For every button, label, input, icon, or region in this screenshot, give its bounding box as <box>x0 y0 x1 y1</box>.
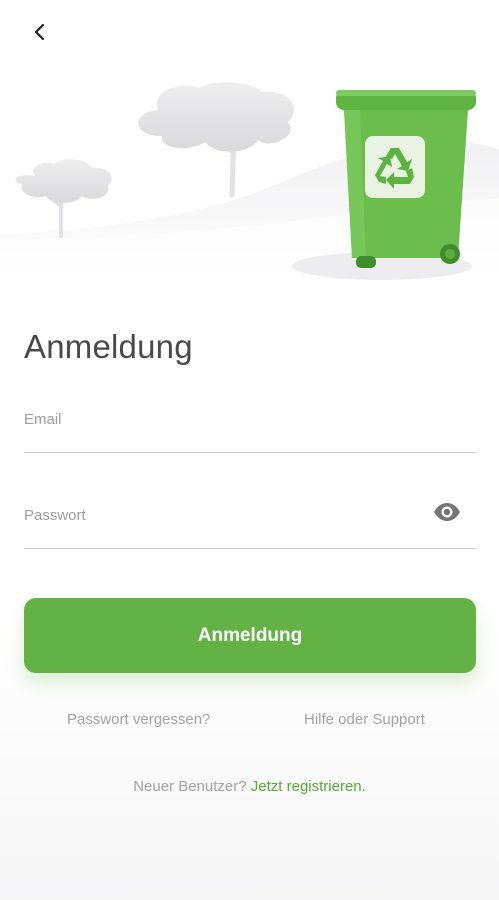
register-link[interactable]: Jetzt registrieren. <box>251 778 366 795</box>
forgot-password-link[interactable]: Passwort vergessen? <box>67 711 210 728</box>
recycle-bin <box>336 90 476 268</box>
help-support-link[interactable]: Hilfe oder Support <box>304 711 425 728</box>
tree-small <box>15 159 112 238</box>
email-field-wrapper <box>24 402 476 453</box>
register-row: Neuer Benutzer? Jetzt registrieren. <box>0 778 499 795</box>
register-prompt: Neuer Benutzer? <box>133 778 247 795</box>
password-visibility-toggle[interactable] <box>432 500 462 524</box>
chevron-left-icon <box>34 23 45 41</box>
eye-icon <box>434 503 460 521</box>
login-button[interactable]: Anmeldung <box>24 598 476 673</box>
password-field-wrapper <box>24 498 476 549</box>
password-field[interactable] <box>24 498 424 532</box>
tree-large <box>138 82 294 198</box>
back-button[interactable] <box>24 16 56 48</box>
email-field[interactable] <box>24 402 424 436</box>
page-title: Anmeldung <box>24 328 193 365</box>
hero-illustration <box>0 70 499 290</box>
